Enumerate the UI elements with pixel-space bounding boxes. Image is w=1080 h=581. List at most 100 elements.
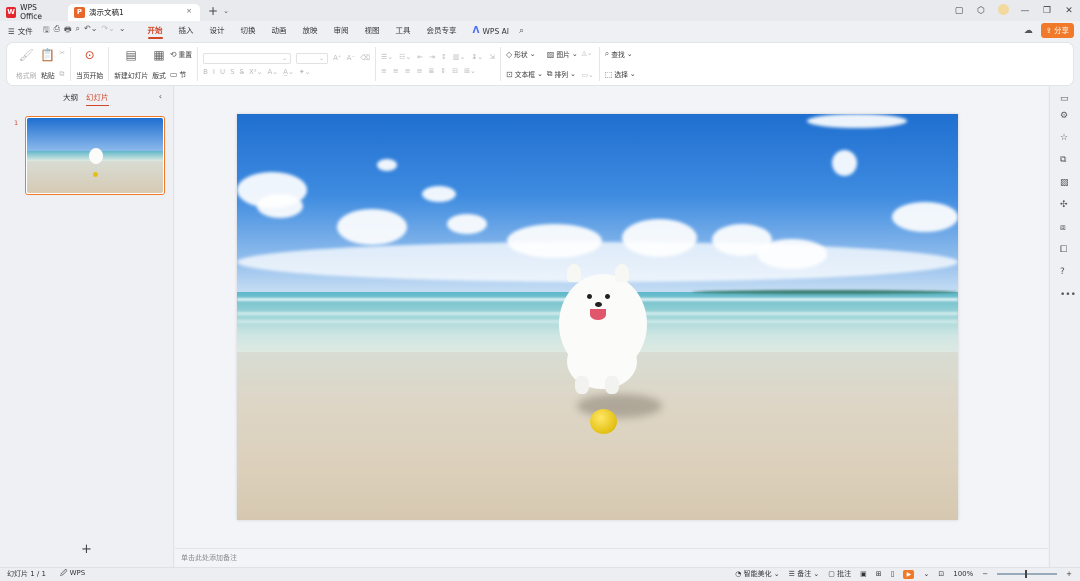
- tab-animations[interactable]: 动画: [264, 21, 295, 41]
- slide-image[interactable]: [237, 114, 958, 520]
- copy-style-icon[interactable]: ⧉: [1060, 155, 1066, 165]
- paragraph-spacing-icon[interactable]: ↨⌄: [471, 53, 483, 61]
- star-icon[interactable]: ☆: [1060, 133, 1068, 143]
- strikethrough-icon[interactable]: S̶: [240, 68, 244, 76]
- fill-icon[interactable]: ◬⌄: [582, 49, 594, 57]
- decrease-indent-icon[interactable]: ⇤: [417, 53, 423, 61]
- close-window-icon[interactable]: ✕: [1058, 6, 1080, 16]
- increase-indent-icon[interactable]: ⇥: [429, 53, 435, 61]
- font-size-select[interactable]: ⌄: [296, 52, 329, 64]
- bold-icon[interactable]: B: [203, 68, 208, 76]
- zoom-level[interactable]: 100%: [953, 570, 973, 578]
- line-spacing-icon[interactable]: ↕: [441, 53, 447, 61]
- vertical-align-icon[interactable]: ⇕: [440, 67, 446, 75]
- export-pdf-icon[interactable]: ⎙: [54, 24, 60, 38]
- paste-button[interactable]: 📋 粘贴: [40, 48, 55, 80]
- picture-button[interactable]: ▨ 图片 ⌄: [547, 49, 578, 60]
- theme-name[interactable]: 🖉 WPS: [60, 569, 85, 580]
- zoom-slider[interactable]: [997, 570, 1058, 578]
- tab-list-caret-icon[interactable]: ⌄: [223, 7, 229, 15]
- fit-window-icon[interactable]: ⊡: [938, 570, 944, 578]
- file-menu[interactable]: ☰ 文件: [8, 26, 33, 37]
- slideshow-play-icon[interactable]: ▶: [903, 569, 915, 579]
- slide-thumbnail[interactable]: [25, 116, 165, 195]
- smart-art-icon[interactable]: ⊞⌄: [464, 67, 476, 75]
- collapse-panel-icon[interactable]: ‹: [159, 92, 162, 101]
- new-tab-icon[interactable]: +: [208, 4, 218, 18]
- comments-button[interactable]: ▢ 批注: [828, 569, 851, 579]
- beautify-button[interactable]: ◔ 智能美化 ⌄: [735, 569, 779, 579]
- text-align-icon[interactable]: ⊟: [452, 67, 458, 75]
- cut-icon[interactable]: ✂: [59, 49, 65, 57]
- justify-icon[interactable]: ≡: [417, 67, 423, 75]
- shapes-button[interactable]: ◇ 形状 ⌄: [506, 49, 543, 60]
- align-center-icon[interactable]: ≡: [393, 67, 399, 75]
- tab-insert[interactable]: 插入: [171, 21, 202, 41]
- notes-field[interactable]: 单击此处添加备注: [175, 548, 1048, 567]
- print-preview-icon[interactable]: ⌕: [76, 24, 80, 38]
- tab-view[interactable]: 视图: [357, 21, 388, 41]
- help-icon[interactable]: ?: [1060, 267, 1065, 277]
- shadow-text-icon[interactable]: S: [230, 68, 234, 76]
- wps-ai-button[interactable]: ᐱ WPS AI: [473, 26, 509, 36]
- sorter-view-icon[interactable]: ⊞: [876, 570, 882, 578]
- text-effect-icon[interactable]: ✦⌄: [299, 68, 311, 76]
- search-icon[interactable]: ⌕: [519, 26, 524, 36]
- close-tab-icon[interactable]: ×: [186, 7, 192, 15]
- outline-icon[interactable]: ▭⌄: [582, 71, 594, 79]
- save-icon[interactable]: 🖫: [43, 24, 50, 38]
- reset-button[interactable]: ⟲ 重置: [170, 49, 192, 60]
- from-current-button[interactable]: ⊙ 当页开始: [76, 48, 103, 80]
- cloud-sync-icon[interactable]: ☁: [1024, 26, 1033, 36]
- superscript-icon[interactable]: X²⌄: [249, 68, 262, 76]
- font-shrink-icon[interactable]: A⁻: [347, 54, 355, 62]
- user-avatar[interactable]: [992, 3, 1014, 18]
- print-icon[interactable]: 🖶: [64, 24, 72, 38]
- more-quick-access-icon[interactable]: ⌄: [119, 24, 126, 38]
- image-tool-icon[interactable]: ▨: [1060, 178, 1069, 188]
- find-button[interactable]: ⌕ 查找 ⌄: [605, 49, 636, 59]
- tab-document[interactable]: P 演示文稿1 ×: [68, 3, 200, 21]
- layout-button[interactable]: ▦ 版式: [152, 48, 166, 80]
- more-icon[interactable]: •••: [1060, 290, 1076, 300]
- tab-design[interactable]: 设计: [202, 21, 233, 41]
- highlight-icon[interactable]: A̲⌄: [283, 68, 294, 76]
- window-layout-icon[interactable]: ▢: [948, 6, 970, 16]
- italic-icon[interactable]: I: [213, 68, 215, 76]
- distribute-icon[interactable]: ≣: [428, 67, 434, 75]
- text-direction-icon[interactable]: ⇲: [489, 53, 495, 61]
- tab-transitions[interactable]: 切换: [233, 21, 264, 41]
- tab-review[interactable]: 审阅: [326, 21, 357, 41]
- new-slide-button[interactable]: ▤ 新建幻灯片: [114, 48, 148, 80]
- section-button[interactable]: ▭ 节: [170, 69, 192, 80]
- template-icon[interactable]: ⧠: [1060, 245, 1067, 255]
- notes-button[interactable]: ☰ 备注 ⌄: [789, 569, 820, 579]
- font-color-icon[interactable]: A⌄: [268, 68, 279, 76]
- tools-icon[interactable]: ✣: [1060, 200, 1068, 210]
- animation-panel-icon[interactable]: ⧈: [1060, 223, 1066, 233]
- underline-icon[interactable]: U: [220, 68, 225, 76]
- undo-icon[interactable]: ↶⌄: [84, 24, 97, 38]
- tab-wps-office[interactable]: W WPS Office: [0, 3, 64, 21]
- textbox-button[interactable]: ⊡ 文本框 ⌄: [506, 69, 543, 80]
- copy-icon[interactable]: ⧉: [59, 70, 65, 79]
- normal-view-icon[interactable]: ▣: [860, 570, 867, 578]
- minimize-icon[interactable]: —: [1014, 6, 1036, 16]
- cube-icon[interactable]: ⬡: [970, 6, 992, 16]
- add-slide-button[interactable]: +: [81, 542, 92, 557]
- restore-icon[interactable]: ❐: [1036, 6, 1058, 16]
- slides-tab[interactable]: 幻灯片: [86, 92, 109, 106]
- numbering-icon[interactable]: ☷⌄: [399, 53, 411, 61]
- clear-format-icon[interactable]: ⌫: [360, 54, 370, 62]
- reading-view-icon[interactable]: ▯: [891, 570, 895, 578]
- outline-tab[interactable]: 大纲: [63, 92, 78, 103]
- tab-tools[interactable]: 工具: [388, 21, 419, 41]
- select-button[interactable]: ⬚ 选择 ⌄: [605, 69, 636, 80]
- font-grow-icon[interactable]: A⁺: [333, 54, 341, 62]
- zoom-in-icon[interactable]: +: [1066, 570, 1072, 578]
- tab-home[interactable]: 开始: [140, 21, 171, 41]
- arrange-button[interactable]: ⧉ 排列 ⌄: [547, 69, 578, 79]
- columns-icon[interactable]: ▥⌄: [453, 53, 465, 61]
- share-button[interactable]: ⇪ 分享: [1040, 23, 1074, 38]
- sidebar-toggle-icon[interactable]: ▭: [1060, 94, 1069, 104]
